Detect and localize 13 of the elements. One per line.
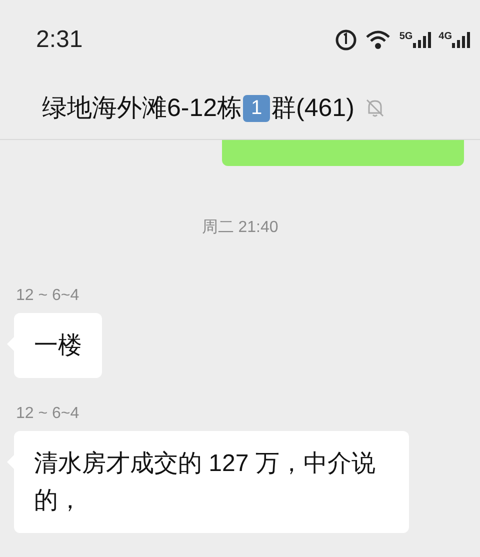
signal-icon — [452, 32, 470, 48]
message-text: 清水房才成交的 127 万，中介说的， — [34, 450, 376, 514]
message-time: 周二 21:40 — [202, 218, 278, 238]
network-label: 5G — [399, 32, 413, 42]
wifi-icon — [365, 30, 392, 50]
chat-title: 绿地海外滩6-12栋 1 群(461) — [42, 92, 354, 124]
message-text: 一楼 — [34, 332, 82, 359]
status-time: 2:31 — [36, 24, 83, 55]
network-label: 4G — [438, 32, 452, 42]
signal-icon — [412, 32, 431, 48]
data-saver-icon — [335, 28, 358, 51]
sender-name: 12 ~ 6~4 — [15, 286, 80, 306]
sender-name: 12 ~ 6~4 — [15, 404, 80, 424]
